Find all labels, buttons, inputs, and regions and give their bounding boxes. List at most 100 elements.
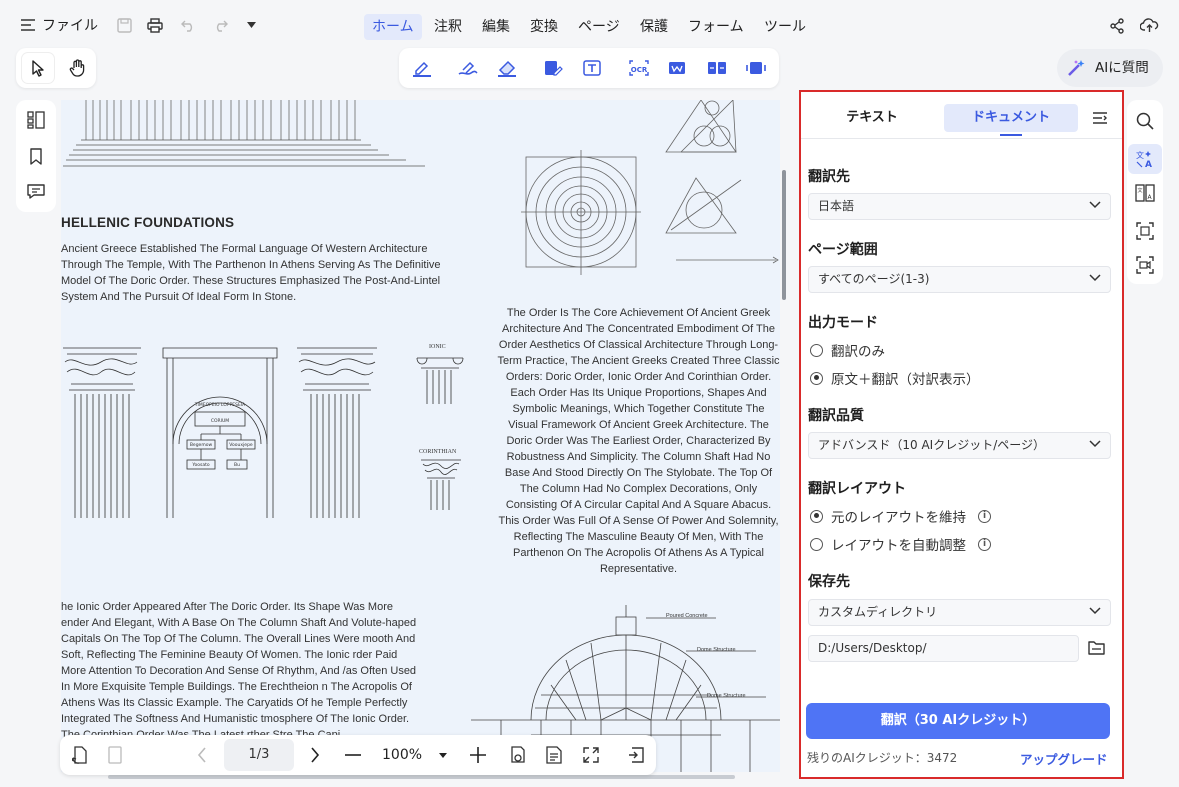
view-mode-icon[interactable]	[508, 745, 528, 765]
save-icon[interactable]	[116, 17, 132, 33]
tab-text[interactable]: テキスト	[807, 104, 937, 132]
ai-sparkle-icon	[1067, 59, 1085, 77]
quick-access-dropdown-icon[interactable]	[246, 20, 256, 30]
corinthian-label: CORINTHIAN	[419, 449, 457, 455]
undo-icon[interactable]	[180, 17, 196, 33]
upgrade-link[interactable]: アップグレード	[1020, 749, 1108, 768]
select-arrow-icon[interactable]	[22, 53, 54, 83]
document-canvas[interactable]: HELLENIC FOUNDATIONS Ancient Greece Esta…	[61, 100, 780, 772]
file-menu[interactable]: ファイル	[42, 17, 98, 35]
cloud-upload-icon[interactable]	[1139, 16, 1159, 34]
translate-button[interactable]: 翻訳（30 AIクレジット）	[806, 703, 1110, 739]
info-icon[interactable]: i	[978, 509, 991, 523]
collapse-bar-icon[interactable]	[626, 745, 646, 765]
columns-and-arch-illustration: TIMEOPEIO LOPPESEIA CORIUM Begemow Vooux…	[63, 347, 377, 518]
keep-layout-radio[interactable]: 元のレイアウトを維持 i	[810, 506, 991, 526]
target-language-select[interactable]: 日本語	[808, 193, 1111, 220]
home-toolbar: OCR	[399, 48, 779, 88]
arch-label-bottom-left: Yoosato	[191, 462, 210, 468]
bilingual-compare-icon[interactable]: 文A	[1135, 183, 1155, 203]
top-menu-bar: ファイル ホーム 注釈 編集 変換 ページ 保護 フォーム ツール	[0, 0, 1179, 52]
tab-home[interactable]: ホーム	[364, 14, 422, 40]
auto-layout-radio[interactable]: レイアウトを自動調整 i	[810, 534, 991, 554]
redo-icon[interactable]	[212, 17, 228, 33]
save-location-select[interactable]: カスタムディレクトリ	[808, 599, 1111, 626]
radio-unchecked-icon	[810, 537, 823, 551]
hamburger-icon[interactable]	[20, 17, 36, 33]
tab-page[interactable]: ページ	[570, 14, 628, 40]
prev-page-icon[interactable]	[192, 745, 212, 765]
next-page-icon[interactable]	[305, 745, 325, 765]
highlight-icon[interactable]	[409, 57, 435, 79]
temple-columns-illustration	[63, 100, 425, 167]
watermark-icon[interactable]	[664, 57, 690, 79]
output-translation-only-radio[interactable]: 翻訳のみ	[810, 340, 885, 360]
horizontal-scrollbar[interactable]	[108, 775, 735, 779]
info-icon[interactable]: i	[978, 537, 991, 551]
print-icon[interactable]	[147, 17, 163, 33]
tab-protect[interactable]: 保護	[632, 14, 676, 40]
layout-option-1-label: 元のレイアウトを維持	[831, 510, 966, 526]
radio-unchecked-icon	[810, 343, 823, 357]
screenshot-translate-icon[interactable]	[1135, 221, 1155, 241]
arch-label-right: Voouxjepe	[229, 442, 253, 448]
save-location-title: 保存先	[808, 574, 850, 590]
chevron-down-icon	[1089, 201, 1101, 209]
dome-label-2: Dome Structure	[697, 647, 736, 653]
page-range-value: すべてのページ(1-3)	[818, 272, 930, 286]
tab-form[interactable]: フォーム	[680, 14, 752, 40]
edit-text-icon[interactable]	[540, 57, 566, 79]
ocr-icon[interactable]: OCR	[626, 57, 652, 79]
text-box-icon[interactable]	[579, 57, 605, 79]
dome-label-1: Poured Concrete	[666, 613, 708, 619]
page-range-select[interactable]: すべてのページ(1-3)	[808, 266, 1111, 293]
svg-text:文: 文	[1138, 187, 1143, 194]
zoom-dropdown-icon[interactable]	[438, 751, 448, 759]
output-bilingual-radio[interactable]: 原文＋翻訳（対訳表示）	[810, 368, 980, 388]
tab-convert[interactable]: 変換	[522, 14, 566, 40]
page-number-input[interactable]: 1/3	[224, 739, 294, 771]
quality-select[interactable]: アドバンスド（10 AIクレジット/ページ）	[808, 432, 1111, 459]
thumbnails-icon[interactable]	[26, 111, 46, 129]
svg-text:OCR: OCR	[631, 66, 648, 74]
tab-annotate[interactable]: 注釈	[426, 14, 470, 40]
ionic-label: IONIC	[429, 344, 446, 350]
tab-edit[interactable]: 編集	[474, 14, 518, 40]
rotate-page-icon[interactable]	[70, 745, 90, 765]
fullscreen-icon[interactable]	[581, 745, 601, 765]
page-fit-icon[interactable]	[105, 745, 125, 765]
share-icon[interactable]	[1108, 17, 1126, 35]
cursor-mode-group	[16, 48, 96, 88]
eraser-icon[interactable]	[494, 57, 520, 79]
right-sidebar: 文A 文A	[1127, 100, 1163, 284]
svg-text:A: A	[1145, 160, 1152, 169]
page-navigation-bar: 1/3 100%	[60, 735, 656, 775]
tab-document[interactable]: ドキュメント	[944, 104, 1078, 132]
arch-label-sub: CORIUM	[211, 418, 229, 424]
chevron-down-icon	[1089, 440, 1101, 448]
collapse-panel-icon[interactable]	[1092, 111, 1108, 125]
ask-ai-button[interactable]: AIに質問	[1057, 49, 1163, 87]
svg-text:文: 文	[1136, 150, 1144, 160]
bookmark-icon[interactable]	[26, 147, 46, 165]
ask-ai-label: AIに質問	[1095, 60, 1149, 76]
compare-icon[interactable]	[704, 57, 730, 79]
document-scroll-thumb[interactable]	[782, 170, 786, 300]
tab-tools[interactable]: ツール	[756, 14, 814, 40]
geometry-diagrams	[521, 100, 779, 275]
zoom-in-icon[interactable]	[468, 745, 488, 765]
split-screen-icon[interactable]	[743, 57, 769, 79]
comments-icon[interactable]	[26, 182, 46, 200]
folder-icon[interactable]	[1087, 640, 1105, 656]
record-translate-icon[interactable]	[1135, 255, 1155, 275]
zoom-level[interactable]: 100%	[382, 745, 422, 765]
quality-title: 翻訳品質	[808, 408, 864, 424]
chevron-down-icon	[1089, 607, 1101, 615]
save-path-input[interactable]: D:/Users/Desktop/	[808, 635, 1079, 662]
search-icon[interactable]	[1135, 111, 1155, 131]
zoom-out-icon[interactable]	[343, 745, 363, 765]
translate-icon[interactable]: 文A	[1128, 144, 1162, 174]
area-highlight-icon[interactable]	[455, 57, 481, 79]
page-layout-icon[interactable]	[544, 745, 564, 765]
hand-tool-icon[interactable]	[62, 53, 92, 83]
